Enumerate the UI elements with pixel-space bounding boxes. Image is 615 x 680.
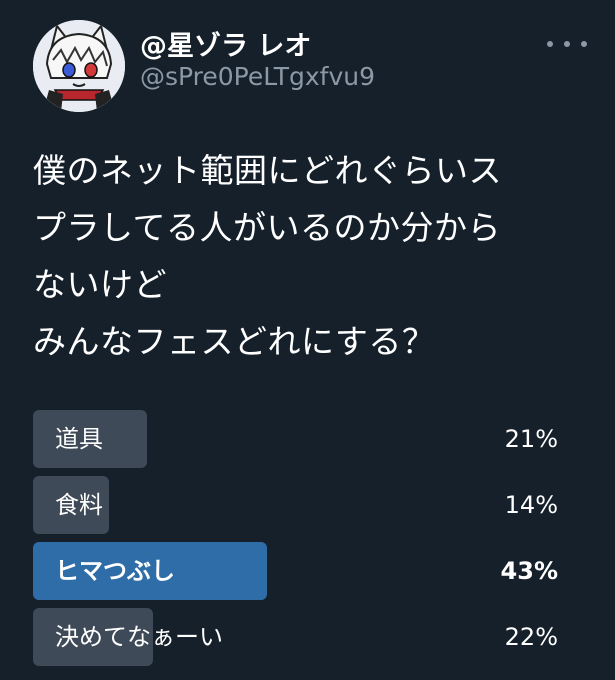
poll-option-label: 道具 — [55, 425, 103, 453]
user-handle[interactable]: @sPre0PeLTgxfvu9 — [140, 62, 375, 91]
poll: 道具 21% 食料 14% ヒマつぶし 43% 決めてなぁーい 22% — [33, 410, 563, 674]
avatar-illustration — [33, 20, 125, 112]
poll-option: ヒマつぶし 43% — [33, 542, 563, 600]
poll-option-percent: 43% — [500, 557, 558, 585]
more-dot — [547, 41, 553, 47]
poll-option-percent: 22% — [504, 623, 558, 651]
poll-option: 食料 14% — [33, 476, 563, 534]
avatar[interactable] — [33, 20, 125, 112]
poll-option: 道具 21% — [33, 410, 563, 468]
display-name[interactable]: @星ゾラ レオ — [140, 24, 311, 63]
more-horizontal-icon[interactable] — [547, 36, 587, 52]
tweet-text: 僕のネット範囲にどれぐらいス プラしてる人がいるのか分から ないけど みんなフェ… — [33, 151, 502, 361]
poll-option-percent: 14% — [504, 491, 558, 519]
poll-option-label: ヒマつぶし — [55, 557, 175, 585]
more-dot — [581, 41, 587, 47]
poll-option-percent: 21% — [504, 425, 558, 453]
poll-option-label: 食料 — [55, 491, 103, 519]
more-dot — [564, 41, 570, 47]
poll-option-label: 決めてなぁーい — [55, 623, 223, 651]
poll-option: 決めてなぁーい 22% — [33, 608, 563, 666]
tweet-header: @星ゾラ レオ @sPre0PeLTgxfvu9 — [0, 0, 615, 130]
